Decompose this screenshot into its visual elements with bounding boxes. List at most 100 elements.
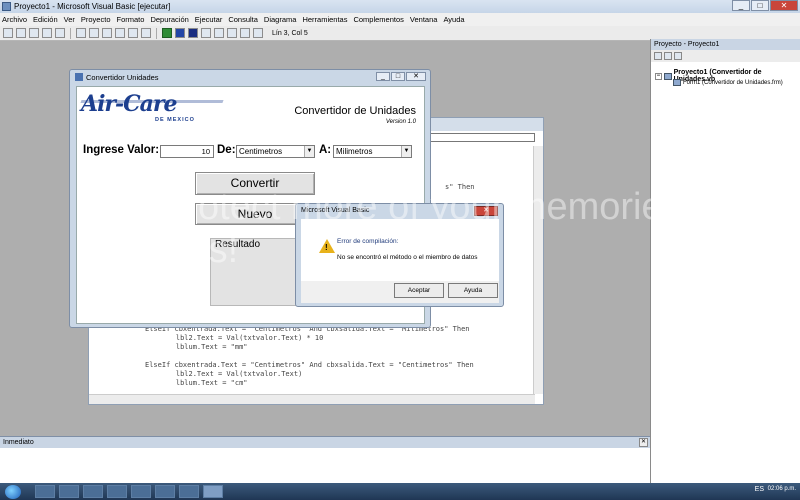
taskbar-skype-icon[interactable]	[155, 485, 175, 498]
chevron-down-icon[interactable]: ▼	[401, 146, 411, 157]
add-project-icon[interactable]	[3, 28, 13, 38]
start-icon[interactable]	[162, 28, 172, 38]
menu-edicion[interactable]: Edición	[33, 15, 58, 24]
project-explorer-toolbar	[651, 50, 800, 62]
value-input[interactable]: 10	[160, 145, 214, 158]
start-button[interactable]	[5, 484, 21, 499]
code-line: lbl2.Text = Val(txtvalor.Text)	[159, 370, 303, 378]
dialog-title: Microsoft Visual Basic	[301, 207, 370, 214]
end-icon[interactable]	[188, 28, 198, 38]
menu-diagrama[interactable]: Diagrama	[264, 15, 297, 24]
menu-bar: Archivo Edición Ver Proyecto Formato Dep…	[0, 13, 800, 26]
view-object-icon[interactable]	[664, 52, 672, 60]
window-controls: _ □ ✕	[732, 0, 798, 11]
code-vertical-scrollbar[interactable]	[533, 146, 543, 394]
menu-herramientas[interactable]: Herramientas	[302, 15, 347, 24]
find-icon[interactable]	[115, 28, 125, 38]
immediate-title: Inmediato	[0, 437, 650, 448]
add-form-icon[interactable]	[16, 28, 26, 38]
convert-button[interactable]: Convertir	[195, 172, 315, 195]
minimize-button[interactable]: _	[732, 0, 750, 11]
properties-icon[interactable]	[214, 28, 224, 38]
break-icon[interactable]	[175, 28, 185, 38]
taskbar-ie-icon[interactable]	[59, 485, 79, 498]
taskbar-chrome-icon[interactable]	[35, 485, 55, 498]
code-line: lblum.Text = "cm"	[159, 379, 248, 387]
menu-proyecto[interactable]: Proyecto	[81, 15, 111, 24]
form-version: Version 1.0	[385, 119, 416, 125]
open-icon[interactable]	[42, 28, 52, 38]
vb-app-icon	[2, 2, 11, 11]
taskbar-vb-icon[interactable]	[179, 485, 199, 498]
form-title: Convertidor Unidades	[86, 72, 159, 82]
menu-ver[interactable]: Ver	[64, 15, 75, 24]
cut-icon[interactable]	[76, 28, 86, 38]
taskbar-messenger-icon[interactable]	[107, 485, 127, 498]
windows-taskbar: ES 02:06 p.m.	[0, 483, 800, 500]
form-maximize-button[interactable]: □	[391, 72, 405, 81]
menu-ventana[interactable]: Ventana	[410, 15, 438, 24]
to-unit-select[interactable]: Milimetros ▼	[333, 145, 412, 158]
toggle-folders-icon[interactable]	[674, 52, 682, 60]
menu-depuracion[interactable]: Depuración	[150, 15, 188, 24]
project-explorer-title: Proyecto - Proyecto1	[651, 39, 800, 50]
taskbar-outlook-icon[interactable]	[83, 485, 103, 498]
error-dialog: Microsoft Visual Basic ✕ ! Error de comp…	[295, 203, 504, 307]
project-icon	[663, 72, 672, 80]
resultado-label: Resultado	[215, 239, 261, 250]
logo-swoosh	[80, 100, 224, 103]
menu-consulta[interactable]: Consulta	[228, 15, 258, 24]
de-label: De:	[217, 144, 236, 156]
ayuda-button[interactable]: Ayuda	[448, 283, 498, 298]
view-code-icon[interactable]	[654, 52, 662, 60]
cursor-position: Lín 3, Col 5	[272, 29, 308, 37]
save-icon[interactable]	[55, 28, 65, 38]
maximize-button[interactable]: □	[751, 0, 769, 11]
paste-icon[interactable]	[102, 28, 112, 38]
undo-icon[interactable]	[128, 28, 138, 38]
project-explorer-icon[interactable]	[201, 28, 211, 38]
code-horizontal-scrollbar[interactable]	[89, 394, 535, 404]
dialog-heading: Error de compilación:	[337, 238, 399, 245]
project-explorer: Proyecto - Proyecto1 − Proyecto1 (Conver…	[650, 39, 800, 483]
form-close-button[interactable]: ✕	[406, 72, 426, 81]
chevron-down-icon[interactable]: ▼	[304, 146, 314, 157]
logo-subtitle: DE MEXICO	[155, 117, 195, 123]
taskbar-explorer-icon[interactable]	[131, 485, 151, 498]
toolbar-separator	[70, 27, 71, 39]
aircare-logo: Air-Care DE MEXICO	[80, 91, 224, 125]
warning-icon-mark: !	[325, 243, 328, 252]
clock[interactable]: 02:06 p.m.	[768, 486, 796, 492]
menu-formato[interactable]: Formato	[117, 15, 145, 24]
collapse-icon[interactable]: −	[655, 72, 662, 80]
dialog-body: ! Error de compilación: No se encontró e…	[301, 219, 499, 281]
immediate-close-button[interactable]: ✕	[639, 438, 648, 447]
toolbar-separator	[156, 27, 157, 39]
to-unit-value: Milimetros	[336, 147, 373, 156]
toolbox-icon[interactable]	[253, 28, 263, 38]
close-button[interactable]: ✕	[770, 0, 798, 11]
copy-icon[interactable]	[89, 28, 99, 38]
immediate-window: Inmediato ✕	[0, 436, 650, 483]
dialog-message: No se encontró el método o el miembro de…	[337, 254, 478, 261]
form-node-label: Form1 (Convertidor de Unidades.frm)	[683, 79, 783, 86]
app-title-bar: Proyecto1 - Microsoft Visual Basic [ejec…	[0, 0, 800, 13]
form-layout-icon[interactable]	[227, 28, 237, 38]
code-line: lbl2.Text = Val(txtvalor.Text) * 10	[159, 334, 324, 342]
menu-complementos[interactable]: Complementos	[353, 15, 403, 24]
from-unit-select[interactable]: Centimetros ▼	[236, 145, 315, 158]
form-minimize-button[interactable]: _	[376, 72, 390, 81]
menu-ejecutar[interactable]: Ejecutar	[195, 15, 223, 24]
language-indicator[interactable]: ES	[755, 486, 764, 493]
aceptar-button[interactable]: Aceptar	[394, 283, 444, 298]
redo-icon[interactable]	[141, 28, 151, 38]
menu-archivo[interactable]: Archivo	[2, 15, 27, 24]
menu-ayuda[interactable]: Ayuda	[443, 15, 464, 24]
menu-editor-icon[interactable]	[29, 28, 39, 38]
tree-form-node[interactable]: Form1 (Convertidor de Unidades.frm)	[673, 79, 783, 86]
form-window-controls: _ □ ✕	[376, 72, 426, 81]
dialog-close-button[interactable]: ✕	[474, 206, 498, 216]
form-icon	[75, 73, 83, 81]
object-browser-icon[interactable]	[240, 28, 250, 38]
taskbar-running-app-icon[interactable]	[203, 485, 223, 498]
